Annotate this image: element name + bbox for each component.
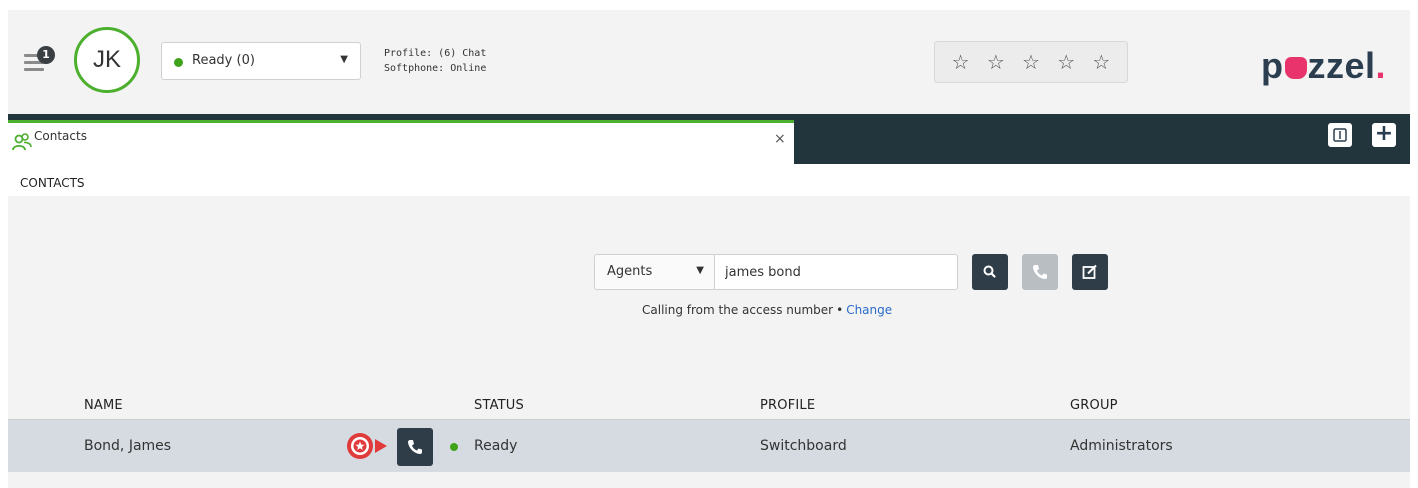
phone-icon — [1033, 265, 1047, 279]
contact-profile: Switchboard — [760, 438, 847, 454]
contact-name: Bond, James — [84, 438, 172, 454]
caret-down-icon: ▼ — [696, 265, 704, 276]
notification-count-badge[interactable]: 1 — [37, 46, 55, 64]
top-header: 1 JK Ready (0) ▼ Profile: (6) Chat Softp… — [8, 10, 1410, 114]
status-ready-dot — [450, 443, 458, 451]
contact-group: Administrators — [1070, 438, 1173, 454]
agent-status-label: Ready (0) — [192, 53, 255, 68]
contacts-section-title: CONTACTS — [8, 170, 97, 196]
search-icon — [983, 265, 996, 278]
agent-status-dropdown[interactable]: Ready (0) ▼ — [161, 42, 361, 80]
calling-separator: • — [836, 303, 844, 317]
row-call-button[interactable] — [397, 428, 433, 466]
profile-info: Profile: (6) Chat Softphone: Online — [384, 46, 486, 76]
contact-status: Ready — [474, 438, 518, 454]
contacts-table-header: NAME STATUS PROFILE GROUP — [8, 392, 1410, 420]
edit-button[interactable] — [1072, 254, 1108, 290]
tab-contacts[interactable]: Contacts × — [8, 120, 794, 164]
split-view-button[interactable] — [1328, 123, 1352, 147]
call-button[interactable] — [1022, 254, 1058, 290]
search-button[interactable] — [972, 254, 1008, 290]
rating-stars: ☆ ☆ ☆ ☆ ☆ — [934, 41, 1128, 83]
edit-icon — [1082, 264, 1097, 279]
phone-icon — [408, 440, 422, 454]
calling-from-note: Calling from the access number • Change — [642, 303, 892, 317]
puzzel-logo: p zzel. — [1261, 45, 1387, 86]
column-header-status[interactable]: STATUS — [474, 398, 524, 413]
column-header-group[interactable]: GROUP — [1070, 398, 1118, 413]
split-view-icon — [1333, 128, 1347, 142]
star-outline-icon[interactable]: ☆ — [952, 52, 970, 72]
search-type-dropdown[interactable]: Agents ▼ — [594, 254, 714, 290]
column-header-profile[interactable]: PROFILE — [760, 398, 815, 413]
tab-contacts-label: Contacts — [34, 129, 87, 143]
change-number-link[interactable]: Change — [846, 303, 892, 317]
softphone-line: Softphone: Online — [384, 63, 487, 74]
table-row[interactable]: Bond, James Ready Switchboard Administra… — [8, 420, 1410, 472]
contact-search-input[interactable] — [714, 254, 958, 290]
contacts-icon — [12, 133, 32, 151]
star-outline-icon[interactable]: ☆ — [1092, 52, 1110, 72]
user-avatar[interactable]: JK — [74, 27, 140, 93]
search-type-label: Agents — [607, 264, 653, 279]
close-icon[interactable]: × — [774, 131, 786, 147]
tab-strip: Contacts × + — [8, 114, 1410, 164]
star-outline-icon[interactable]: ☆ — [1022, 52, 1040, 72]
status-ready-dot — [174, 58, 183, 67]
favorite-marker-icon[interactable] — [341, 431, 393, 461]
star-outline-icon[interactable]: ☆ — [987, 52, 1005, 72]
star-outline-icon[interactable]: ☆ — [1057, 52, 1075, 72]
add-tab-button[interactable]: + — [1372, 123, 1396, 147]
profile-line: Profile: (6) Chat — [384, 48, 487, 59]
calling-from-text: Calling from the access number — [642, 303, 834, 317]
column-header-name[interactable]: NAME — [84, 398, 123, 413]
caret-down-icon: ▼ — [340, 54, 348, 65]
